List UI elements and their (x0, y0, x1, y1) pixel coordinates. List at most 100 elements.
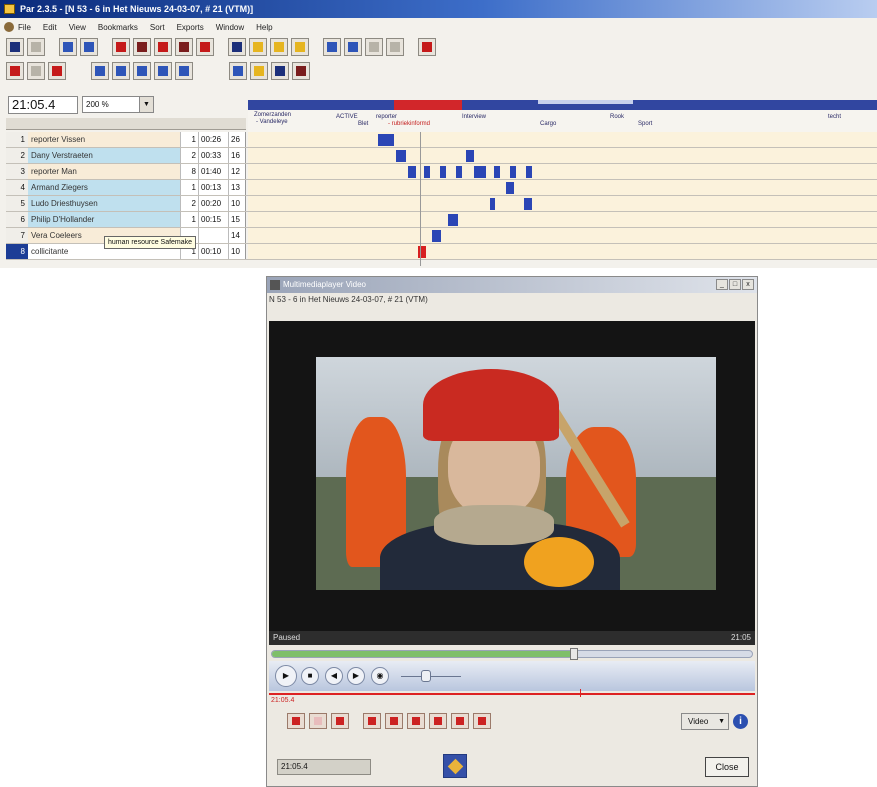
view-button-3[interactable] (133, 62, 151, 80)
forward-button[interactable] (291, 38, 309, 56)
menu-edit[interactable]: Edit (43, 23, 57, 32)
warning-button[interactable] (249, 38, 267, 56)
track-segment[interactable] (524, 198, 532, 210)
refresh-button[interactable] (365, 38, 383, 56)
row-name[interactable]: Armand Ziegers (28, 180, 180, 195)
next-button[interactable]: ▶ (347, 667, 365, 685)
logo-button[interactable] (443, 754, 467, 778)
track-segment[interactable] (466, 150, 474, 162)
view-button-1[interactable] (91, 62, 109, 80)
track-segment[interactable] (432, 230, 441, 242)
red-tool-button-5[interactable] (196, 38, 214, 56)
clip-rewind-button[interactable] (407, 713, 425, 729)
clip-next-button[interactable] (331, 713, 349, 729)
view-button-4[interactable] (154, 62, 172, 80)
track-segment[interactable] (396, 150, 406, 162)
clip-mark-out-button[interactable] (385, 713, 403, 729)
nav-next-button[interactable] (48, 62, 66, 80)
n-button[interactable] (229, 62, 247, 80)
row-name[interactable]: Philip D'Hollander (28, 212, 180, 227)
track-segment[interactable] (494, 166, 500, 178)
nav-first-button[interactable] (6, 62, 24, 80)
row-name[interactable]: Dany Verstraeten (28, 148, 180, 163)
row-name[interactable]: reporter Man (28, 164, 180, 179)
track-segment[interactable] (474, 166, 486, 178)
table-button[interactable] (271, 62, 289, 80)
clip-mark-in-button[interactable] (363, 713, 381, 729)
calendar-button[interactable] (228, 38, 246, 56)
save-button[interactable] (6, 38, 24, 56)
seek-bar[interactable] (271, 648, 753, 660)
row-track[interactable] (248, 212, 877, 227)
volume-track[interactable] (401, 676, 461, 677)
table-row[interactable]: 1 reporter Vissen 1 00:26 26 (6, 132, 877, 148)
clip-loop-button[interactable] (473, 713, 491, 729)
red-tool-button-1[interactable] (112, 38, 130, 56)
red-tool-button-2[interactable] (133, 38, 151, 56)
maximize-button[interactable]: □ (729, 279, 741, 290)
nav-prev-button[interactable] (27, 62, 45, 80)
table-row[interactable]: 2 Dany Verstraeten 2 00:33 16 (6, 148, 877, 164)
previous-button[interactable]: ◀ (325, 667, 343, 685)
track-segment[interactable] (448, 214, 458, 226)
clip-end-button[interactable] (451, 713, 469, 729)
row-track[interactable] (248, 164, 877, 179)
row-track[interactable] (248, 132, 877, 147)
back-button[interactable] (270, 38, 288, 56)
row-name[interactable]: reporter Vissen (28, 132, 180, 147)
row-name[interactable]: Ludo Driesthuysen (28, 196, 180, 211)
row-track[interactable] (248, 148, 877, 163)
zoom-select[interactable]: 200 % ▼ (82, 96, 154, 113)
table-row[interactable]: 5 Ludo Driesthuysen 2 00:20 10 (6, 196, 877, 212)
playhead-line[interactable] (420, 132, 421, 266)
volume-slider-knob[interactable] (421, 670, 431, 682)
menu-bookmarks[interactable]: Bookmarks (98, 23, 138, 32)
time-input[interactable]: 21:05.4 (277, 759, 371, 775)
grid-button[interactable] (323, 38, 341, 56)
view-button-2[interactable] (112, 62, 130, 80)
timeline-ruler[interactable] (248, 100, 877, 110)
row-track[interactable] (248, 228, 877, 243)
menu-exports[interactable]: Exports (177, 23, 204, 32)
stop-button[interactable]: ■ (301, 667, 319, 685)
track-segment[interactable] (490, 198, 495, 210)
video-dropdown[interactable]: Video ▼ (681, 713, 729, 730)
track-segment[interactable] (510, 166, 516, 178)
record-dropdown-button[interactable] (418, 38, 436, 56)
track-segment[interactable] (526, 166, 532, 178)
seek-thumb[interactable] (570, 648, 579, 660)
video-pane[interactable]: Paused 21:05 (269, 321, 755, 645)
table-row[interactable]: 3 reporter Man 8 01:40 12 (6, 164, 877, 180)
menu-help[interactable]: Help (256, 23, 272, 32)
menu-file[interactable]: File (18, 23, 31, 32)
row-track[interactable] (248, 244, 877, 259)
table-row[interactable]: 6 Philip D'Hollander 1 00:15 15 (6, 212, 877, 228)
close-window-button[interactable]: x (742, 279, 754, 290)
menu-window[interactable]: Window (216, 23, 244, 32)
mute-button[interactable]: ◉ (371, 667, 389, 685)
menu-sort[interactable]: Sort (150, 23, 165, 32)
edit-tool-button[interactable] (59, 38, 77, 56)
track-segment[interactable] (440, 166, 446, 178)
minimize-button[interactable]: _ (716, 279, 728, 290)
table-row[interactable]: 4 Armand Ziegers 1 00:13 13 (6, 180, 877, 196)
menu-view[interactable]: View (69, 23, 86, 32)
track-segment[interactable] (456, 166, 462, 178)
track-segment[interactable] (378, 134, 394, 146)
clip-forward-button[interactable] (429, 713, 447, 729)
info-tool-button[interactable] (80, 38, 98, 56)
close-button[interactable]: Close (705, 757, 749, 777)
track-segment[interactable] (506, 182, 514, 194)
red-tool-button-4[interactable] (175, 38, 193, 56)
film-button[interactable] (292, 62, 310, 80)
view-button-5[interactable] (175, 62, 193, 80)
print-button[interactable] (27, 38, 45, 56)
time-display[interactable]: 21:05.4 (8, 96, 78, 114)
play-button[interactable]: ▶ (275, 665, 297, 687)
chart-button[interactable] (344, 38, 362, 56)
info-button[interactable]: i (733, 714, 748, 729)
track-segment[interactable] (424, 166, 430, 178)
link-button[interactable] (386, 38, 404, 56)
row-track[interactable] (248, 196, 877, 211)
row-track[interactable] (248, 180, 877, 195)
